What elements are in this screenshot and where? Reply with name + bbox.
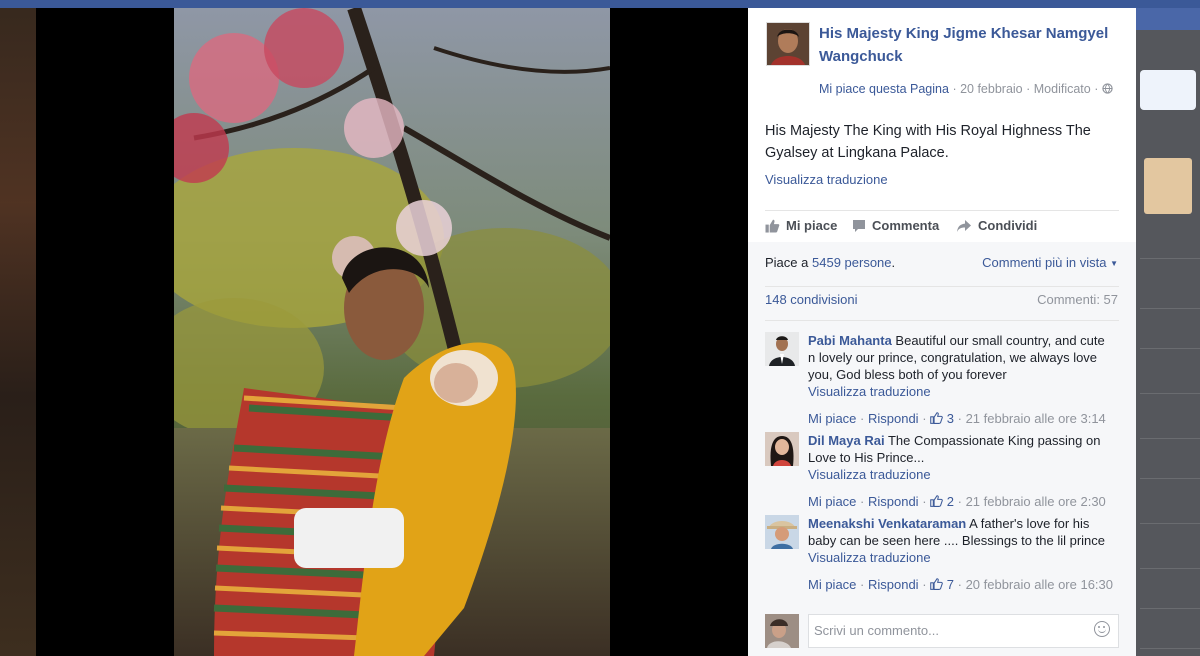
photo-illustration (174, 8, 610, 656)
comment-meta: Mi piace · Rispondi · 7 · 20 febbraio al… (808, 577, 1114, 592)
comment-translate-link[interactable]: Visualizza traduzione (808, 383, 1113, 400)
background-row (1140, 298, 1200, 309)
post-photo[interactable] (174, 8, 610, 656)
comment-reply-link[interactable]: Rispondi (868, 411, 919, 426)
meta-separator: · (1026, 82, 1034, 96)
commenter-avatar[interactable] (765, 432, 799, 466)
comment-like-count[interactable]: 3 (947, 411, 954, 426)
comment-like-link[interactable]: Mi piace (808, 494, 856, 509)
comment-like-link[interactable]: Mi piace (808, 577, 856, 592)
thumbs-up-icon (930, 412, 943, 424)
speech-bubble-icon (853, 219, 865, 232)
share-button-label: Condividi (978, 218, 1038, 233)
avatar-portrait-icon (765, 332, 799, 366)
background-row (1140, 638, 1200, 649)
post-translate-link[interactable]: Visualizza traduzione (765, 172, 888, 187)
comment-like-link[interactable]: Mi piace (808, 411, 856, 426)
meta-separator: · (952, 82, 961, 96)
smiley-icon[interactable] (1094, 621, 1110, 637)
thumbs-up-icon (765, 219, 780, 233)
like-page-link[interactable]: Mi piace questa Pagina (819, 82, 949, 96)
avatar-portrait-icon (765, 515, 799, 549)
comment-reply-link[interactable]: Rispondi (868, 494, 919, 509)
comment-translate-link[interactable]: Visualizza traduzione (808, 466, 1113, 483)
background-top-bar (0, 0, 1200, 8)
post-meta: Mi piace questa Pagina · 20 febbraio · M… (819, 80, 1119, 98)
background-row (1140, 598, 1200, 609)
background-row (1140, 558, 1200, 569)
background-ad-logo (1140, 70, 1196, 110)
comment-timestamp[interactable]: 20 febbraio alle ore 16:30 (966, 577, 1113, 592)
comment-body: Dil Maya Rai The Compassionate King pass… (808, 432, 1113, 510)
background-right-column (1136, 8, 1200, 656)
like-button-label: Mi piace (786, 218, 838, 233)
background-row (1140, 383, 1200, 394)
post-sidebar: His Majesty King Jigme Khesar Namgyel Wa… (748, 8, 1136, 656)
post-actions: Mi piace Commenta Condividi (765, 218, 1119, 238)
comment-body: Meenakshi Venkataraman A father's love f… (808, 515, 1113, 593)
photo-viewer[interactable] (36, 8, 748, 656)
like-button[interactable]: Mi piace (765, 218, 837, 233)
background-row (1140, 338, 1200, 349)
comments-count: Commenti: 57 (1037, 292, 1118, 307)
divider (765, 320, 1119, 321)
commenter-avatar[interactable] (765, 515, 799, 549)
comment-sort-label: Commenti più in vista (982, 255, 1107, 270)
comment-timestamp[interactable]: 21 febbraio alle ore 3:14 (966, 411, 1106, 426)
shares-link[interactable]: 148 condivisioni (765, 292, 858, 307)
comment-composer: Scrivi un commento... (765, 614, 1121, 650)
likes-prefix: Piace a (765, 255, 809, 270)
page-name-link[interactable]: His Majesty King Jigme Khesar Namgyel Wa… (819, 22, 1119, 68)
background-right-bar (1136, 8, 1200, 30)
background-left-strip (0, 8, 36, 656)
background-row (1140, 428, 1200, 439)
comment-translate-link[interactable]: Visualizza traduzione (808, 549, 1113, 566)
thumbs-up-icon (930, 578, 943, 590)
likes-summary: Piace a 5459 persone. (765, 255, 895, 270)
comment-input-placeholder: Scrivi un commento... (814, 623, 939, 638)
post-text: His Majesty The King with His Royal High… (765, 123, 1091, 161)
likes-count-link[interactable]: 5459 persone (812, 255, 892, 270)
avatar-portrait-icon (765, 614, 799, 648)
comment-like-count[interactable]: 2 (947, 494, 954, 509)
edited-label[interactable]: Modificato (1034, 82, 1091, 96)
page-avatar[interactable] (766, 22, 810, 66)
caret-down-icon: ▼ (1110, 259, 1118, 268)
comment-sort-dropdown[interactable]: Commenti più in vista ▼ (982, 255, 1118, 270)
post-date-link[interactable]: 20 febbraio (960, 82, 1023, 96)
comment-meta: Mi piace · Rispondi · 2 · 21 febbraio al… (808, 494, 1106, 509)
commenter-name[interactable]: Pabi Mahanta (808, 333, 892, 348)
background-ad-tile (1144, 158, 1192, 214)
comment-meta: Mi piace · Rispondi · 3 · 21 febbraio al… (808, 411, 1106, 426)
background-row (1140, 468, 1200, 479)
commenter-avatar[interactable] (765, 332, 799, 366)
background-row (1140, 513, 1200, 524)
current-user-avatar[interactable] (765, 614, 799, 648)
comment-like-count[interactable]: 7 (947, 577, 954, 592)
commenter-name[interactable]: Dil Maya Rai (808, 433, 885, 448)
comment-timestamp[interactable]: 21 febbraio alle ore 2:30 (966, 494, 1106, 509)
avatar-portrait-icon (765, 432, 799, 466)
likes-suffix: . (891, 255, 896, 270)
comments-section: Piace a 5459 persone. Commenti più in vi… (748, 242, 1136, 656)
comment-button[interactable]: Commenta (852, 218, 939, 233)
comment-reply-link[interactable]: Rispondi (868, 577, 919, 592)
divider (765, 210, 1119, 211)
thumbs-up-icon (930, 495, 943, 507)
background-row (1140, 248, 1200, 259)
comment-button-label: Commenta (872, 218, 940, 233)
globe-icon (1102, 83, 1113, 94)
divider (765, 286, 1119, 287)
comment-input[interactable]: Scrivi un commento... (808, 614, 1119, 648)
commenter-name[interactable]: Meenakshi Venkataraman (808, 516, 966, 531)
comment-body: Pabi Mahanta Beautiful our small country… (808, 332, 1113, 427)
share-button[interactable]: Condividi (956, 218, 1037, 233)
share-arrow-icon (957, 219, 971, 232)
meta-separator: · (1094, 82, 1102, 96)
avatar-portrait-icon (767, 23, 809, 65)
